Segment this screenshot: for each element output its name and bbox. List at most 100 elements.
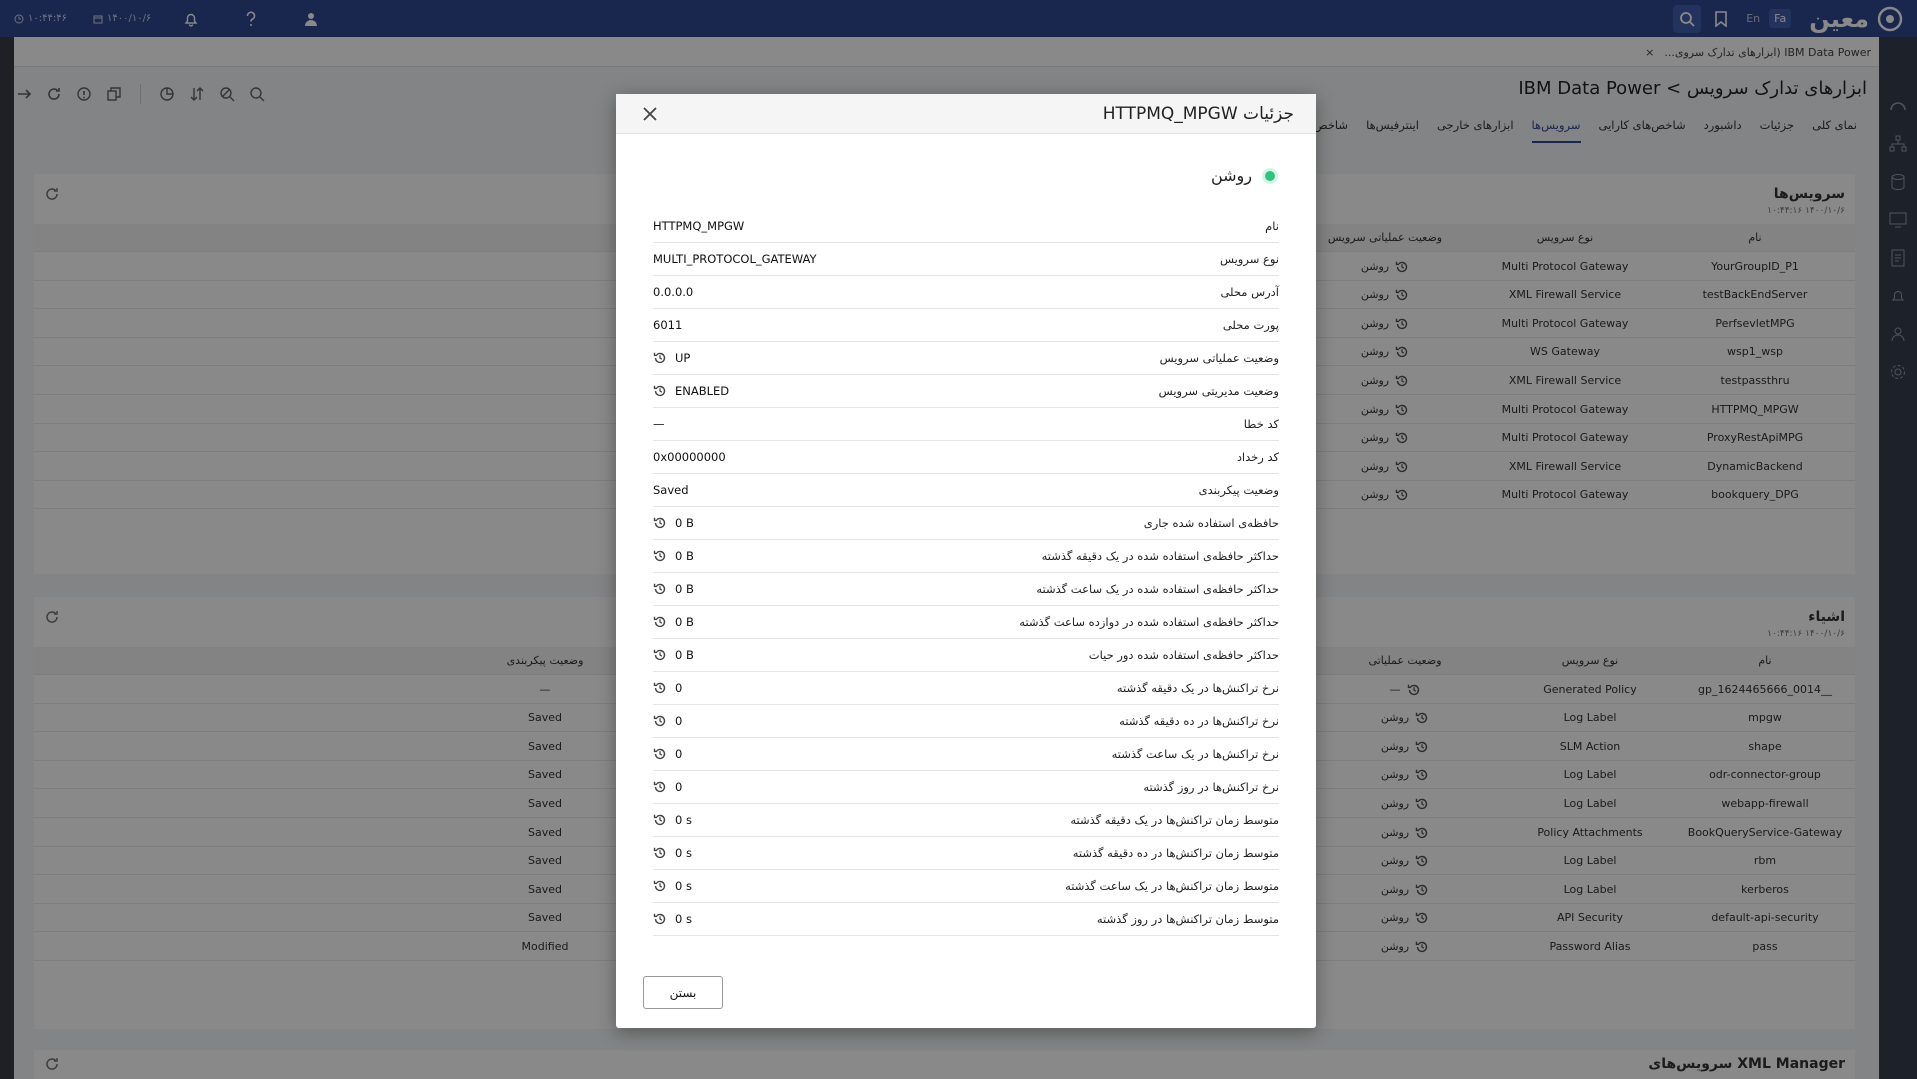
- dialog-status-label: روشن: [1210, 166, 1252, 185]
- detail-value-text: 0 B: [675, 615, 694, 629]
- history-icon[interactable]: [653, 648, 667, 662]
- detail-label: وضعیت پیکربندی: [1198, 483, 1279, 497]
- detail-value: UP: [653, 351, 690, 365]
- detail-row: 0 s متوسط زمان تراکنش‌ها در یک دقیقه گذشت…: [653, 804, 1279, 837]
- detail-value-text: 0 B: [675, 516, 694, 530]
- detail-value-text: MULTI_PROTOCOL_GATEWAY: [653, 252, 817, 266]
- dialog-title: جزئیات HTTPMQ_MPGW: [1102, 103, 1294, 124]
- detail-value-text: 0 B: [675, 549, 694, 563]
- detail-value: 0 B: [653, 549, 694, 563]
- detail-value-text: 0 s: [675, 813, 692, 827]
- detail-label: حداکثر حافظه‌ی استفاده شده دور حیات: [1088, 648, 1279, 662]
- detail-row: MULTI_PROTOCOL_GATEWAY نوع سرویس: [653, 243, 1279, 276]
- dialog-header: جزئیات HTTPMQ_MPGW: [616, 94, 1316, 134]
- detail-row: 0 نرخ تراکنش‌ها در روز گذشته: [653, 771, 1279, 804]
- detail-label: نرخ تراکنش‌ها در ده دقیقه گذشته: [1119, 714, 1279, 728]
- detail-label: کد خطا: [1243, 417, 1279, 431]
- detail-value: 0: [653, 780, 682, 794]
- history-icon[interactable]: [653, 846, 667, 860]
- detail-label: حافظه‌ی استفاده شده جاری: [1143, 516, 1279, 530]
- detail-row: 0 نرخ تراکنش‌ها در ده دقیقه گذشته: [653, 705, 1279, 738]
- history-icon[interactable]: [653, 681, 667, 695]
- history-icon[interactable]: [653, 714, 667, 728]
- history-icon[interactable]: [653, 813, 667, 827]
- detail-row: 0 نرخ تراکنش‌ها در یک دقیقه گذشته: [653, 672, 1279, 705]
- detail-label: آدرس محلی: [1220, 285, 1279, 299]
- detail-value-text: —: [653, 417, 665, 431]
- detail-value: 0 B: [653, 516, 694, 530]
- detail-value-text: 0: [675, 714, 683, 728]
- status-dot-icon: [1262, 167, 1278, 184]
- detail-value-text: 0 s: [675, 846, 692, 860]
- detail-row: 0.0.0.0 آدرس محلی: [653, 276, 1279, 309]
- detail-row: ENABLED وضعیت مدیریتی سرویس: [653, 375, 1279, 408]
- detail-value: 0 s: [653, 846, 692, 860]
- detail-label: نرخ تراکنش‌ها در یک دقیقه گذشته: [1116, 681, 1279, 695]
- detail-value: 0 s: [653, 912, 692, 926]
- detail-value-text: HTTPMQ_MPGW: [653, 219, 745, 233]
- detail-value: 6011: [653, 318, 682, 332]
- history-icon[interactable]: [653, 747, 667, 761]
- detail-label: وضعیت مدیریتی سرویس: [1158, 384, 1279, 398]
- detail-row: UP وضعیت عملیاتی سرویس: [653, 342, 1279, 375]
- history-icon[interactable]: [653, 549, 667, 563]
- detail-value: MULTI_PROTOCOL_GATEWAY: [653, 252, 817, 266]
- detail-value-text: 6011: [653, 318, 683, 332]
- detail-value: 0x00000000: [653, 450, 726, 464]
- detail-label: حداکثر حافظه‌ی استفاده شده در دوازده ساع…: [1019, 615, 1279, 629]
- detail-row: 0 s متوسط زمان تراکنش‌ها در یک ساعت گذشته: [653, 870, 1279, 903]
- detail-value: 0: [653, 714, 682, 728]
- detail-label: متوسط زمان تراکنش‌ها در روز گذشته: [1096, 912, 1279, 926]
- detail-row: 0 B حداکثر حافظه‌ی استفاده شده در یک دقیق…: [653, 540, 1279, 573]
- detail-value: HTTPMQ_MPGW: [653, 219, 744, 233]
- detail-value: 0 B: [653, 582, 694, 596]
- detail-row: 0 B حداکثر حافظه‌ی استفاده شده دور حیات: [653, 639, 1279, 672]
- detail-row: 0 B حافظه‌ی استفاده شده جاری: [653, 507, 1279, 540]
- detail-value-text: ENABLED: [675, 384, 730, 398]
- detail-row: Saved وضعیت پیکربندی: [653, 474, 1279, 507]
- detail-value-text: 0 B: [675, 582, 694, 596]
- detail-row: — کد خطا: [653, 408, 1279, 441]
- detail-row: 0 B حداکثر حافظه‌ی استفاده شده در یک ساعت…: [653, 573, 1279, 606]
- detail-value-text: 0: [675, 681, 683, 695]
- history-icon[interactable]: [653, 615, 667, 629]
- detail-value: —: [653, 417, 665, 431]
- detail-label: پورت محلی: [1222, 318, 1279, 332]
- detail-label: متوسط زمان تراکنش‌ها در ده دقیقه گذشته: [1072, 846, 1279, 860]
- history-icon[interactable]: [653, 780, 667, 794]
- history-icon[interactable]: [653, 351, 667, 365]
- detail-row: 0 s متوسط زمان تراکنش‌ها در ده دقیقه گذشت…: [653, 837, 1279, 870]
- detail-label: کد رخداد: [1236, 450, 1279, 464]
- detail-row: 0 B حداکثر حافظه‌ی استفاده شده در دوازده …: [653, 606, 1279, 639]
- history-icon[interactable]: [653, 516, 667, 530]
- details-dialog: جزئیات HTTPMQ_MPGW روشن HTTPMQ_MPGW نام MU…: [616, 94, 1316, 1028]
- history-icon[interactable]: [653, 384, 667, 398]
- detail-label: متوسط زمان تراکنش‌ها در یک دقیقه گذشته: [1070, 813, 1279, 827]
- history-icon[interactable]: [653, 879, 667, 893]
- detail-value: Saved: [653, 483, 689, 497]
- detail-value-text: 0 s: [675, 912, 692, 926]
- history-icon[interactable]: [653, 912, 667, 926]
- detail-value: 0: [653, 681, 682, 695]
- detail-value-text: Saved: [653, 483, 689, 497]
- detail-row: 0 نرخ تراکنش‌ها در یک ساعت گذشته: [653, 738, 1279, 771]
- detail-label: نوع سرویس: [1219, 252, 1279, 266]
- detail-value-text: 0x00000000: [653, 450, 726, 464]
- detail-label: نرخ تراکنش‌ها در یک ساعت گذشته: [1111, 747, 1279, 761]
- close-icon: [643, 106, 657, 121]
- detail-label: نام: [1265, 219, 1279, 233]
- detail-row: HTTPMQ_MPGW نام: [653, 210, 1279, 243]
- dialog-close-button[interactable]: [638, 102, 662, 126]
- detail-value-text: 0 B: [675, 648, 694, 662]
- detail-value: 0 s: [653, 813, 692, 827]
- detail-value: 0 B: [653, 615, 694, 629]
- detail-label: متوسط زمان تراکنش‌ها در یک ساعت گذشته: [1065, 879, 1279, 893]
- detail-label: حداکثر حافظه‌ی استفاده شده در یک ساعت گذ…: [1036, 582, 1279, 596]
- history-icon[interactable]: [653, 582, 667, 596]
- close-button[interactable]: بستن: [643, 976, 723, 1009]
- detail-value: ENABLED: [653, 384, 729, 398]
- details-list: HTTPMQ_MPGW نام MULTI_PROTOCOL_GATEWAY نوع …: [653, 210, 1279, 936]
- detail-value-text: UP: [675, 351, 691, 365]
- detail-value: 0: [653, 747, 682, 761]
- detail-label: وضعیت عملیاتی سرویس: [1159, 351, 1279, 365]
